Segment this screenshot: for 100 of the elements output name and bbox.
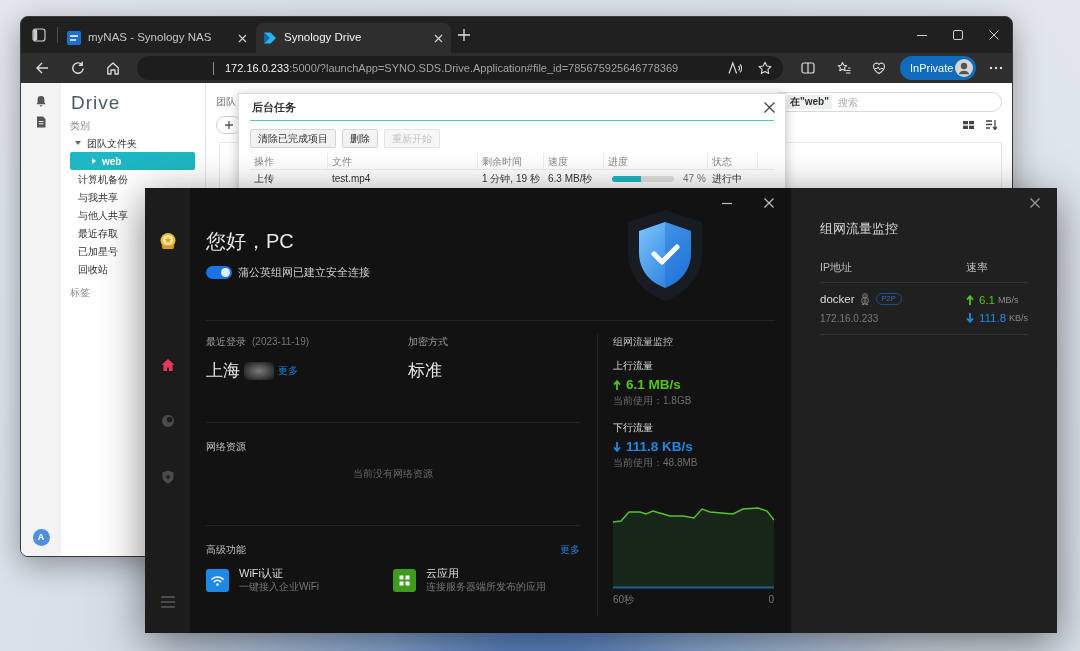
chevron-logo-icon xyxy=(263,31,277,45)
sort-icon[interactable] xyxy=(986,120,997,130)
feature-title: 云应用 xyxy=(426,567,459,580)
more-link[interactable]: 更多 xyxy=(278,364,298,378)
column-header: 文件 xyxy=(328,153,478,169)
download-usage: 当前使用：48.8MB xyxy=(613,456,698,470)
search-input[interactable]: 搜索 xyxy=(837,94,1001,110)
column-header: IP地址 xyxy=(820,260,853,274)
section-title: 高级功能 xyxy=(206,543,246,557)
close-icon[interactable] xyxy=(764,101,775,113)
plus-icon xyxy=(225,121,233,129)
penguin-icon xyxy=(859,293,870,305)
browser-tab[interactable]: myNAS - Synology NAS xyxy=(60,23,255,53)
tree-item[interactable]: 与我共享 xyxy=(70,188,121,206)
upload-rate: 6.1 MB/s xyxy=(626,376,681,394)
speed-unit: KB/s xyxy=(1009,312,1029,324)
tree-item[interactable]: 已加星号 xyxy=(70,242,121,260)
split-screen-icon[interactable] xyxy=(801,61,815,75)
arrow-up-icon xyxy=(613,380,621,390)
new-tab-icon[interactable] xyxy=(458,29,470,41)
medal-icon[interactable] xyxy=(158,232,177,250)
more-link[interactable]: 更多 xyxy=(560,543,580,557)
speed-unit: MB/s xyxy=(998,294,1019,306)
connection-toggle[interactable] xyxy=(206,265,232,279)
clear-completed-button[interactable]: 清除已完成项目 xyxy=(250,129,336,148)
arrow-up-icon xyxy=(966,295,974,305)
column-header: 操作 xyxy=(250,153,328,169)
download-rate: 111.8 KB/s xyxy=(626,438,693,456)
address-bar[interactable]: 172.16.0.233:5000/?launchApp=SYNO.SDS.Drive.Application#file_id=785675925646778369 xyxy=(137,56,783,80)
refresh-icon[interactable] xyxy=(71,61,85,75)
tree-item[interactable]: 与他人共享 xyxy=(70,206,131,224)
avatar-icon[interactable] xyxy=(955,59,973,77)
progress-percent: 47 % xyxy=(683,172,706,186)
empty-state-text: 当前没有网络资源 xyxy=(353,467,433,481)
column-header: 速率 xyxy=(966,260,988,274)
greeting-text: 您好，PC xyxy=(206,229,294,254)
drive-logo: Drive xyxy=(70,93,121,113)
category-header: 类别 xyxy=(70,119,90,133)
close-icon[interactable] xyxy=(1030,198,1041,208)
tree-item[interactable]: 团队文件夹 xyxy=(70,134,140,152)
app-icon xyxy=(67,31,81,45)
last-login-label: 最近登录 xyxy=(206,335,246,349)
dialog-title: 后台任务 xyxy=(251,100,296,114)
peer-name: docker xyxy=(820,292,855,307)
peer-ip: 172.16.0.233 xyxy=(820,312,879,325)
home-icon[interactable] xyxy=(160,358,175,372)
tree-item[interactable]: 最近存取 xyxy=(70,224,121,242)
encryption-label: 加密方式 xyxy=(408,335,448,349)
feature-subtitle: 连接服务器端所发布的应用 xyxy=(426,580,546,593)
tab-actions-icon[interactable] xyxy=(32,28,46,42)
upload-label: 上行流量 xyxy=(613,359,653,373)
download-speed: 111.8 xyxy=(979,311,1007,325)
close-icon[interactable] xyxy=(764,198,774,208)
maximize-icon[interactable] xyxy=(953,30,963,40)
inprivate-button[interactable]: InPrivate xyxy=(900,56,976,80)
browser-tab[interactable]: Synology Drive xyxy=(256,23,451,53)
arrow-down-icon xyxy=(966,313,974,323)
tags-header: 标签 xyxy=(70,286,90,300)
feature-title: WiFi认证 xyxy=(239,567,283,580)
wifi-icon[interactable] xyxy=(206,568,229,592)
table-cell-text: test.mp4 xyxy=(331,172,372,186)
table-cell-text: 6.3 MB/秒 xyxy=(547,172,594,186)
tree-item[interactable]: 计算机备份 xyxy=(70,170,131,188)
upload-usage: 当前使用：1.8GB xyxy=(613,394,692,408)
axis-label: 60秒 xyxy=(613,593,635,607)
grid-apps-icon[interactable] xyxy=(393,568,416,592)
favorite-star-icon[interactable] xyxy=(758,61,772,75)
breadcrumb-text: 团队 xyxy=(216,95,236,109)
back-icon[interactable] xyxy=(35,61,49,75)
panel-title: 组网流量监控 xyxy=(820,220,899,238)
section-title: 网络资源 xyxy=(206,440,246,454)
blurred-region xyxy=(244,362,274,380)
grid-view-icon[interactable] xyxy=(963,121,974,129)
encryption-value: 标准 xyxy=(408,361,442,381)
connection-status-text: 蒲公英组网已建立安全连接 xyxy=(238,265,370,279)
section-title: 组网流量监控 xyxy=(613,335,673,349)
tree-item[interactable]: 回收站 xyxy=(70,260,111,278)
read-aloud-icon[interactable] xyxy=(728,61,742,75)
search-scope-tag: 在"web" xyxy=(787,95,832,109)
column-header: 状态 xyxy=(708,153,758,169)
upload-speed: 6.1 xyxy=(979,293,995,307)
caret-down-icon[interactable] xyxy=(75,141,81,145)
last-login-date: (2023-11-19) xyxy=(252,335,310,349)
bell-icon[interactable] xyxy=(35,95,47,107)
axis-label: 0 xyxy=(768,593,774,607)
document-icon[interactable] xyxy=(36,116,46,128)
home-icon[interactable] xyxy=(106,61,120,75)
arrow-down-icon xyxy=(613,442,621,452)
column-header: 速度 xyxy=(544,153,604,169)
table-cell-text: 上传 xyxy=(253,172,275,186)
table-cell-text: 进行中 xyxy=(711,172,743,186)
table-cell-text: 1 分钟, 19 秒 xyxy=(481,172,541,186)
delete-button[interactable]: 删除 xyxy=(342,129,378,148)
url-text: 172.16.0.233:5000/?launchApp=SYNO.SDS.Drive.Application#file_id=785675925646778369 xyxy=(225,61,679,75)
favorites-list-icon[interactable] xyxy=(837,61,851,75)
heart-pulse-icon[interactable] xyxy=(872,61,886,75)
download-label: 下行流量 xyxy=(613,421,653,435)
column-header: 进度 xyxy=(604,153,708,169)
login-location: 上海 xyxy=(206,361,240,381)
column-header: 剩余时间 xyxy=(478,153,544,169)
